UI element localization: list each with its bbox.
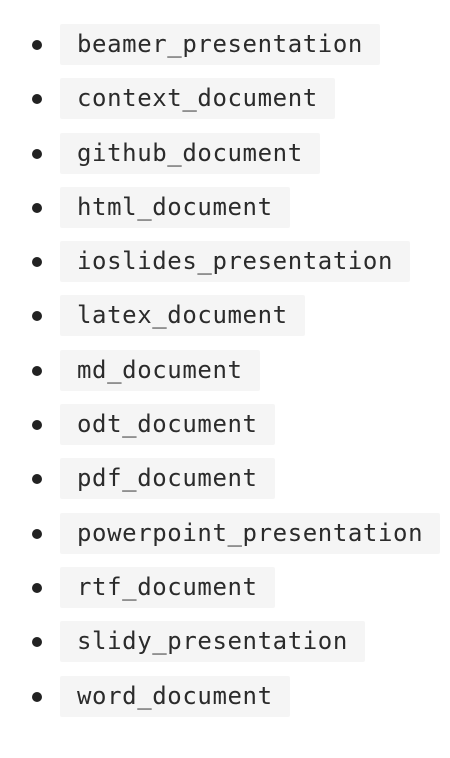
list-item: context_document [0, 78, 450, 120]
bullet-icon [32, 582, 42, 593]
format-code-label: context_document [60, 78, 335, 120]
bullet-icon [32, 148, 42, 159]
format-code-label: github_document [60, 132, 320, 174]
list-item: word_document [0, 675, 450, 717]
format-code-label: word_document [60, 675, 290, 717]
bullet-icon [32, 474, 42, 485]
list-item: rtf_document [0, 566, 450, 608]
list-item: beamer_presentation [0, 24, 450, 65]
bullet-icon [32, 420, 42, 431]
format-code-label: md_document [60, 349, 260, 391]
output-format-list: beamer_presentation context_document git… [0, 24, 450, 730]
bullet-icon [32, 94, 42, 105]
bullet-icon [32, 311, 42, 322]
list-item: slidy_presentation [0, 621, 450, 663]
bullet-icon [32, 637, 42, 648]
list-item: md_document [0, 349, 450, 391]
format-code-label: beamer_presentation [60, 24, 380, 65]
bullet-icon [32, 40, 42, 50]
list-item: pdf_document [0, 458, 450, 500]
bullet-icon [32, 365, 42, 376]
bullet-icon [32, 257, 42, 268]
format-code-label: ioslides_presentation [60, 241, 411, 283]
list-item: odt_document [0, 404, 450, 446]
list-item: ioslides_presentation [0, 241, 450, 283]
list-item: latex_document [0, 295, 450, 337]
list-item: github_document [0, 132, 450, 174]
bullet-icon [32, 528, 42, 539]
list-item: powerpoint_presentation [0, 512, 450, 554]
format-code-label: odt_document [60, 404, 275, 446]
format-code-label: pdf_document [60, 458, 275, 500]
format-code-label: html_document [60, 186, 290, 228]
format-code-label: slidy_presentation [60, 621, 365, 663]
bullet-icon [32, 202, 42, 213]
format-code-label: powerpoint_presentation [60, 512, 441, 554]
list-item: html_document [0, 186, 450, 228]
format-code-label: rtf_document [60, 566, 275, 608]
bullet-icon [32, 691, 42, 702]
format-code-label: latex_document [60, 295, 305, 337]
